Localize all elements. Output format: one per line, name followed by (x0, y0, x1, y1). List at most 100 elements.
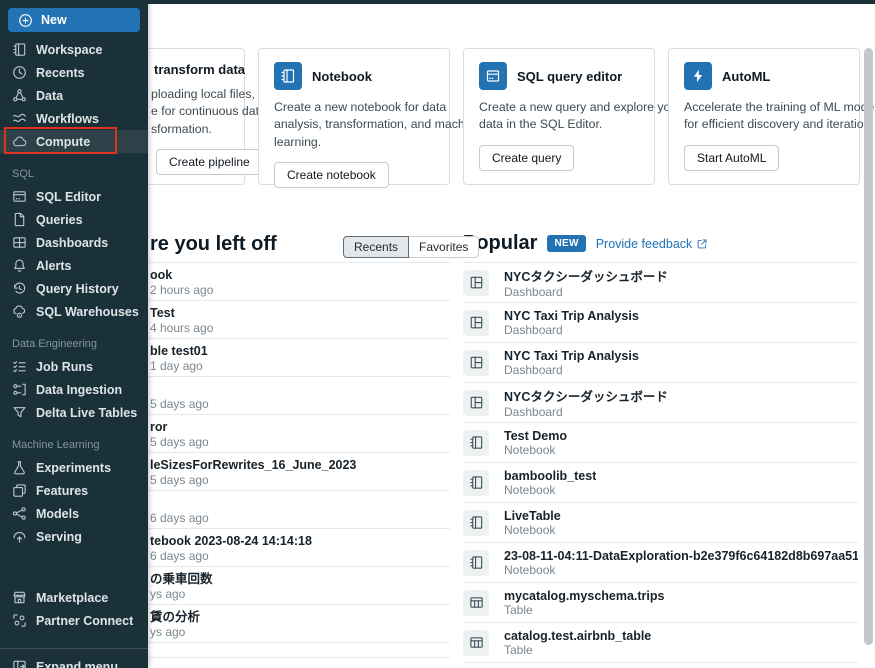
popular-item-text: NYC Taxi Trip Analysis Dashboard (504, 349, 639, 377)
sidebar-item-dashboards[interactable]: Dashboards (0, 231, 148, 254)
action-card-automl: AutoML Accelerate the training of ML mode… (668, 48, 875, 185)
serving-icon (12, 529, 27, 544)
sidebar-item-label: Data Ingestion (36, 382, 123, 397)
sidebar-item-models[interactable]: Models (0, 502, 148, 525)
sidebar-nav: Workspace Recents Data Workflows Compute SQL S… (0, 38, 148, 632)
start-automl-button[interactable]: Start AutoML (684, 144, 780, 171)
popular-item[interactable]: NYC Taxi Trip Analysis Dashboard (463, 303, 858, 343)
sidebar-item-label: Experiments (36, 460, 112, 475)
scrollbar-thumb[interactable] (864, 48, 873, 645)
recent-item-timestamp: 2 hours ago (150, 283, 214, 297)
history-icon (12, 281, 27, 296)
sidebar-item-label: Alerts (36, 258, 72, 273)
features-icon (12, 483, 27, 498)
tab-recents[interactable]: Recents (343, 236, 410, 258)
recent-item-timestamp: 5 days ago (150, 435, 209, 449)
popular-item[interactable]: LiveTable Notebook (463, 503, 858, 543)
create-query-button[interactable]: Create query (479, 144, 575, 171)
popular-item[interactable]: bamboolib_test Notebook (463, 463, 858, 503)
popular-item[interactable]: NYC Taxi Trip Analysis Dashboard (463, 343, 858, 383)
sidebar-item-serving[interactable]: Serving (0, 525, 148, 548)
recent-item-title: tebook 2023-08-24 14:14:18 (150, 534, 312, 548)
sidebar-item-label: Features (36, 483, 89, 498)
sidebar-item-workspace[interactable]: Workspace (0, 38, 148, 61)
popular-item-text: catalog.test.airbnb_table Table (504, 629, 651, 657)
recent-item-title: 賃の分析 (150, 610, 201, 624)
recent-item-title: ook (150, 268, 173, 282)
tab-favorites[interactable]: Favorites (408, 236, 480, 258)
popular-item-title: NYC Taxi Trip Analysis (504, 308, 639, 323)
recent-item-timestamp: ys ago (150, 587, 186, 601)
table-list-icon (463, 629, 489, 656)
provide-feedback-link[interactable]: Provide feedback (596, 237, 709, 251)
sidebar-item-query-history[interactable]: Query History (0, 277, 148, 300)
popular-item-title: NYCタクシーダッシュボード (504, 270, 668, 284)
card-head: Notebook (274, 62, 434, 90)
cloud-icon (12, 134, 27, 149)
sidebar-group: Machine Learning Experiments Features Model… (0, 439, 148, 548)
sidebar-item-label: Workspace (36, 42, 103, 57)
checklist-icon (12, 359, 27, 374)
popular-item[interactable]: Test Demo Notebook (463, 423, 858, 463)
popular-item[interactable]: mycatalog.myschema.trips Table (463, 583, 858, 623)
popular-item-title: Test Demo (504, 428, 567, 443)
popular-item-type: Notebook (504, 482, 556, 497)
provide-feedback-label: Provide feedback (595, 236, 693, 251)
popular-item[interactable]: 23-08-11-04:11-DataExploration-b2e379f6c… (463, 543, 858, 583)
popular-item-text: NYC Taxi Trip Analysis Dashboard (504, 309, 639, 337)
card-description-line: analysis, transformation, and machine (274, 117, 482, 132)
sidebar-item-queries[interactable]: Queries (0, 208, 148, 231)
popular-item-type: Table (504, 602, 533, 617)
popular-item-title: 23-08-11-04:11-DataExploration-b2e379f6c… (504, 548, 858, 563)
notebook-list-icon (463, 469, 489, 496)
sidebar-item-label: Job Runs (36, 359, 93, 374)
sidebar-item-recents[interactable]: Recents (0, 61, 148, 84)
sidebar-item-sql-editor[interactable]: SQL Editor (0, 185, 148, 208)
popular-item-type: Notebook (504, 442, 556, 457)
popular-item-type: Dashboard (504, 405, 563, 419)
sidebar-item-workflows[interactable]: Workflows (0, 107, 148, 130)
sidebar-item-alerts[interactable]: Alerts (0, 254, 148, 277)
sidebar-item-marketplace[interactable]: Marketplace (0, 586, 148, 609)
clock-icon (12, 65, 27, 80)
table-list-icon (463, 589, 489, 616)
card-description-line: data in the SQL Editor. (479, 117, 603, 132)
create-pipeline-button[interactable]: Create pipeline (156, 149, 263, 176)
sidebar-item-label: Delta Live Tables (36, 405, 138, 420)
sidebar-item-label: Serving (36, 529, 82, 544)
popular-item-text: LiveTable Notebook (504, 509, 561, 537)
recent-item-title (150, 381, 450, 397)
popular-item-type: Dashboard (504, 285, 563, 299)
new-badge: NEW (547, 235, 586, 252)
sidebar-group: SQL SQL Editor Queries Dashboards Alerts Quer… (0, 168, 148, 323)
external-link-icon (696, 238, 708, 250)
recent-item-title: Test (150, 306, 175, 320)
workspace-icon (12, 42, 27, 57)
popular-item-title: catalog.test.airbnb_table (504, 628, 652, 643)
create-notebook-button[interactable]: Create notebook (274, 162, 389, 189)
sidebar-item-delta-live-tables[interactable]: Delta Live Tables (0, 401, 148, 424)
popular-item-title: bamboolib_test (504, 468, 597, 483)
sidebar-item-compute[interactable]: Compute (0, 130, 148, 153)
popular-item[interactable]: NYCタクシーダッシュボード Dashboard (463, 263, 858, 303)
sidebar-divider (0, 648, 148, 649)
sidebar-item-job-runs[interactable]: Job Runs (0, 355, 148, 378)
sidebar-item-partner-connect[interactable]: Partner Connect (0, 609, 148, 632)
sidebar-section-label: Data Engineering (12, 338, 98, 350)
sidebar-section-label: SQL (12, 168, 35, 180)
sidebar-item-data[interactable]: Data (0, 84, 148, 107)
sidebar-item-features[interactable]: Features (0, 479, 148, 502)
popular-heading-row: Popular NEW Provide feedback (463, 232, 708, 255)
card-description-line: for efficient discovery and iteration. (684, 117, 874, 132)
sidebar-item-experiments[interactable]: Experiments (0, 456, 148, 479)
recent-item-timestamp: 4 hours ago (150, 321, 214, 335)
popular-item[interactable]: catalog.test.airbnb_table Table (463, 623, 858, 663)
sidebar-item-sql-warehouses[interactable]: SQL Warehouses (0, 300, 148, 323)
popular-item[interactable]: NYCタクシーダッシュボード Dashboard (463, 383, 858, 423)
sidebar-item-data-ingestion[interactable]: Data Ingestion (0, 378, 148, 401)
new-button[interactable]: New (8, 8, 140, 32)
popular-item-text: 23-08-11-04:11-DataExploration-b2e379f6c… (504, 549, 858, 577)
notebook-tile-icon (274, 62, 302, 90)
sidebar-item-expand-menu[interactable]: Expand menu (0, 655, 148, 668)
sidebar-group: Data Engineering Job Runs Data Ingestion De… (0, 338, 148, 424)
